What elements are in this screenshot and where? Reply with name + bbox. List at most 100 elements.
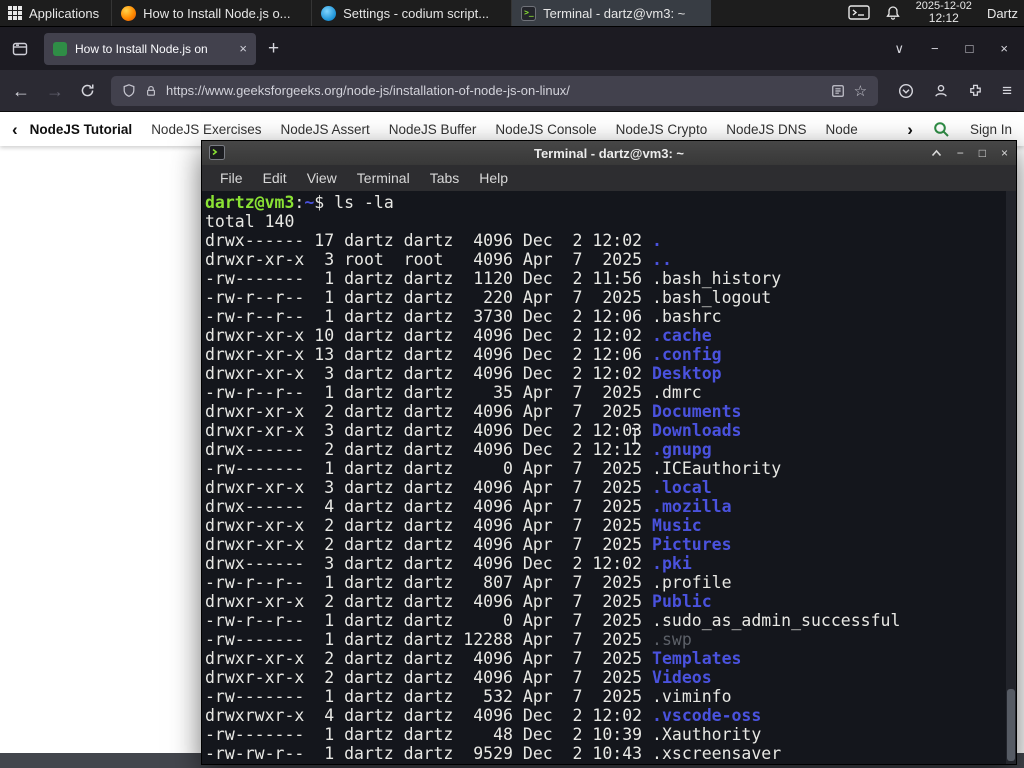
file-meta: -rw------- 1 dartz dartz 532 Apr 7 2025 [205, 687, 653, 706]
terminal-output[interactable]: dartz@vm3:~$ ls -la total 140 drwx------… [202, 191, 1016, 764]
minimize-button[interactable]: − [931, 41, 939, 56]
terminal-output-line: -rw------- 1 dartz dartz 0 Apr 7 2025 .I… [205, 459, 1016, 478]
file-meta: -rw-rw-r-- 1 dartz dartz 9529 Dec 2 10:4… [205, 744, 653, 763]
window-title: How to Install Node.js o... [143, 5, 291, 21]
window-icon [321, 5, 337, 21]
terminal-output-line: drwxr-xr-x 2 dartz dartz 4096 Apr 7 2025… [205, 402, 1016, 421]
taskbar-window-button[interactable]: How to Install Node.js o... [111, 0, 311, 26]
file-name: .profile [652, 573, 732, 592]
terminal-menu-item[interactable]: Help [469, 170, 518, 186]
terminal-window-title: Terminal - dartz@vm3: ~ [533, 145, 685, 161]
file-name: .bash_history [652, 269, 782, 288]
desktop-panel: Applications How to Install Node.js o...… [0, 0, 1024, 27]
extensions-icon[interactable] [968, 83, 983, 98]
systray-terminal-icon[interactable] [847, 4, 870, 22]
url-text[interactable]: https://www.geeksforgeeks.org/node-js/in… [166, 83, 822, 98]
terminal-close-button[interactable]: × [1001, 146, 1008, 160]
file-meta: drwxr-xr-x 2 dartz dartz 4096 Apr 7 2025 [205, 516, 653, 535]
window-controls: ∨ − □ × [894, 41, 1024, 57]
file-meta: drwxr-xr-x 13 dartz dartz 4096 Dec 2 12:… [205, 345, 653, 364]
file-name: .viminfo [652, 687, 732, 706]
file-name: .gnupg [652, 440, 712, 459]
file-name: .config [652, 345, 722, 364]
terminal-menu-item[interactable]: View [297, 170, 347, 186]
terminal-scrollbar[interactable] [1006, 191, 1016, 764]
file-listing: drwx------ 17 dartz dartz 4096 Dec 2 12:… [205, 231, 1016, 763]
shade-button[interactable] [931, 149, 942, 157]
account-icon[interactable] [933, 83, 949, 99]
terminal-minimize-button[interactable]: − [957, 146, 964, 160]
terminal-output-line: -rw-rw-r-- 1 dartz dartz 9529 Dec 2 10:4… [205, 744, 1016, 763]
forward-button[interactable]: → [46, 82, 64, 100]
file-name: .xscreensaver [652, 744, 782, 763]
file-meta: drwx------ 3 dartz dartz 4096 Dec 2 12:0… [205, 554, 653, 573]
panel-clock[interactable]: 2025-12-02 12:12 [916, 0, 972, 26]
maximize-button[interactable]: □ [966, 41, 974, 56]
nav-scroll-right-icon[interactable]: › [907, 121, 913, 138]
tab-title: How to Install Node.js on [75, 41, 208, 56]
tracking-shield-icon[interactable] [122, 83, 136, 98]
file-meta: -rw------- 1 dartz dartz 48 Dec 2 10:39 [205, 725, 653, 744]
terminal-output-line: -rw-r--r-- 1 dartz dartz 35 Apr 7 2025 .… [205, 383, 1016, 402]
browser-tab[interactable]: How to Install Node.js on × [44, 32, 256, 65]
firefox-view-icon[interactable] [12, 41, 28, 57]
file-meta: -rw-r--r-- 1 dartz dartz 35 Apr 7 2025 [205, 383, 653, 402]
window-title: Settings - codium script... [343, 5, 490, 21]
prompt-user-host: dartz@vm3 [205, 193, 295, 212]
site-nav-item[interactable]: NodeJS Exercises [151, 122, 261, 137]
terminal-menu-item[interactable]: Tabs [420, 170, 470, 186]
search-icon[interactable] [933, 121, 950, 138]
file-meta: drwxr-xr-x 10 dartz dartz 4096 Dec 2 12:… [205, 326, 653, 345]
terminal-menu-item[interactable]: File [210, 170, 253, 186]
prompt-command: $ ls -la [314, 193, 394, 212]
lock-icon[interactable] [145, 84, 157, 98]
site-nav-item[interactable]: NodeJS Tutorial [30, 122, 133, 137]
panel-status-area: 2025-12-02 12:12 Dartz [847, 0, 1024, 26]
site-nav-item[interactable]: NodeJS Crypto [616, 122, 708, 137]
reload-button[interactable] [80, 83, 95, 98]
sign-in-button[interactable]: Sign In [970, 122, 1012, 137]
reader-view-icon[interactable] [831, 84, 845, 98]
site-nav-item[interactable]: NodeJS Assert [280, 122, 369, 137]
terminal-output-line: drwxr-xr-x 2 dartz dartz 4096 Apr 7 2025… [205, 649, 1016, 668]
terminal-maximize-button[interactable]: □ [979, 146, 986, 160]
terminal-output-line: drwx------ 2 dartz dartz 4096 Dec 2 12:1… [205, 440, 1016, 459]
terminal-total-line: total 140 [205, 212, 295, 231]
terminal-app-icon [209, 145, 225, 160]
bookmark-star-icon[interactable]: ☆ [854, 82, 867, 100]
list-all-tabs-icon[interactable]: ∨ [894, 41, 904, 57]
back-button[interactable]: ← [12, 82, 30, 100]
site-nav-item[interactable]: Node [826, 122, 858, 137]
file-meta: -rw-r--r-- 1 dartz dartz 807 Apr 7 2025 [205, 573, 653, 592]
terminal-scrollbar-thumb[interactable] [1007, 689, 1015, 761]
terminal-output-line: -rw-r--r-- 1 dartz dartz 3730 Dec 2 12:0… [205, 307, 1016, 326]
terminal-output-line: -rw------- 1 dartz dartz 12288 Apr 7 202… [205, 630, 1016, 649]
file-name: .ICEauthority [652, 459, 782, 478]
address-bar[interactable]: https://www.geeksforgeeks.org/node-js/in… [111, 75, 879, 106]
site-nav-item[interactable]: NodeJS Buffer [389, 122, 477, 137]
pocket-icon[interactable] [898, 83, 914, 99]
file-meta: -rw------- 1 dartz dartz 1120 Dec 2 11:5… [205, 269, 653, 288]
tab-favicon [53, 41, 67, 56]
site-nav-item[interactable]: NodeJS Console [495, 122, 596, 137]
site-nav-item[interactable]: NodeJS DNS [726, 122, 806, 137]
file-meta: drwxrwxr-x 4 dartz dartz 4096 Dec 2 12:0… [205, 706, 653, 725]
panel-user-label: Dartz [986, 5, 1018, 21]
terminal-menu-item[interactable]: Edit [253, 170, 297, 186]
prompt-path: ~ [304, 193, 315, 212]
menu-hamburger-icon[interactable]: ≡ [1002, 81, 1012, 101]
terminal-titlebar[interactable]: Terminal - dartz@vm3: ~ − □ × [202, 141, 1016, 165]
taskbar-window-button[interactable]: Terminal - dartz@vm3: ~ [511, 0, 712, 26]
terminal-output-line: drwxrwxr-x 4 dartz dartz 4096 Dec 2 12:0… [205, 706, 1016, 725]
terminal-output-line: drwxr-xr-x 3 dartz dartz 4096 Apr 7 2025… [205, 478, 1016, 497]
tab-close-icon[interactable]: × [239, 41, 247, 56]
taskbar-window-button[interactable]: Settings - codium script... [311, 0, 511, 26]
terminal-menu-item[interactable]: Terminal [347, 170, 420, 186]
close-button[interactable]: × [1000, 41, 1008, 56]
terminal-output-line: -rw------- 1 dartz dartz 1120 Dec 2 11:5… [205, 269, 1016, 288]
terminal-output-line: -rw-r--r-- 1 dartz dartz 0 Apr 7 2025 .s… [205, 611, 1016, 630]
applications-menu-button[interactable]: Applications [0, 0, 111, 26]
notification-bell-icon[interactable] [885, 5, 901, 21]
new-tab-button[interactable]: + [268, 38, 279, 60]
nav-scroll-left-icon[interactable]: ‹ [12, 121, 18, 138]
